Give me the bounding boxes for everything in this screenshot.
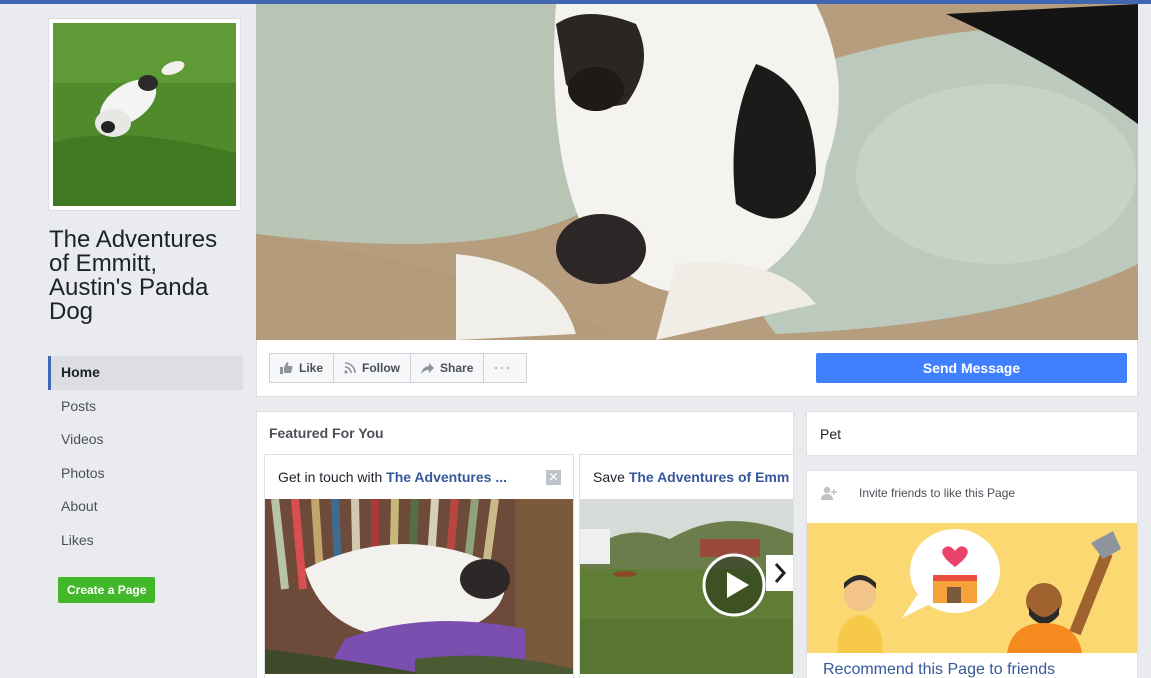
featured-card-save[interactable]: Save The Adventures of Emm [579, 454, 794, 678]
nav-item-videos[interactable]: Videos [48, 423, 243, 457]
invite-text: Invite friends to like this Page [859, 486, 1016, 500]
card-heading-prefix: Save [593, 469, 629, 485]
card-page-link[interactable]: The Adventures of Emm [629, 469, 790, 485]
chevron-right-icon[interactable] [766, 555, 794, 591]
page-action-bar: Like Follow Share Send Message [256, 340, 1138, 397]
share-arrow-icon [421, 362, 435, 374]
like-label: Like [299, 361, 324, 375]
invite-friends-row[interactable]: Invite friends to like this Page [821, 486, 1015, 500]
more-options-button[interactable] [484, 354, 526, 382]
nav-item-home[interactable]: Home [48, 356, 243, 390]
cover-photo-sleeping-dog [256, 4, 1138, 340]
card-heading: Save The Adventures of Emm [580, 455, 793, 499]
follow-button[interactable]: Follow [334, 354, 412, 382]
action-button-group: Like Follow Share [269, 353, 528, 383]
create-page-button[interactable]: Create a Page [58, 577, 156, 603]
ellipsis-icon [495, 366, 510, 370]
card-photo-dog-sleeping [265, 499, 573, 674]
card-page-link[interactable]: The Adventures ... [386, 469, 507, 485]
recommend-page-link[interactable]: Recommend this Page to friends [823, 661, 1055, 678]
featured-card-contact[interactable]: Get in touch with The Adventures ... ✕ [264, 454, 574, 678]
featured-title: Featured For You [269, 425, 384, 441]
share-label: Share [440, 361, 474, 375]
cover-photo[interactable] [256, 4, 1138, 340]
profile-photo-dog-on-grass [53, 23, 236, 206]
like-button[interactable]: Like [270, 354, 335, 382]
page-category[interactable]: Pet [806, 411, 1138, 456]
profile-picture[interactable] [48, 18, 241, 211]
rss-follow-icon [344, 362, 356, 374]
page-nav: Home Posts Videos Photos About Likes [48, 356, 243, 557]
send-message-button[interactable]: Send Message [816, 353, 1127, 383]
invite-friends-panel: Invite friends to like this Page Recomme… [806, 470, 1138, 678]
recommend-illustration [807, 523, 1137, 653]
page-title: The Adventures of Emmitt, Austin's Panda… [49, 226, 218, 325]
card-heading-prefix: Get in touch with [278, 469, 387, 485]
card-heading: Get in touch with The Adventures ... [265, 455, 573, 499]
play-icon[interactable] [702, 553, 766, 617]
nav-item-about[interactable]: About [48, 490, 243, 524]
nav-item-photos[interactable]: Photos [48, 457, 243, 491]
nav-item-posts[interactable]: Posts [48, 390, 243, 424]
add-friend-icon [821, 486, 837, 500]
follow-label: Follow [362, 361, 401, 375]
featured-for-you-panel: Featured For You Get in touch with The A… [256, 411, 794, 678]
share-button[interactable]: Share [411, 354, 485, 382]
close-icon[interactable]: ✕ [546, 470, 561, 485]
nav-item-likes[interactable]: Likes [48, 524, 243, 558]
thumbs-up-icon [280, 362, 293, 374]
